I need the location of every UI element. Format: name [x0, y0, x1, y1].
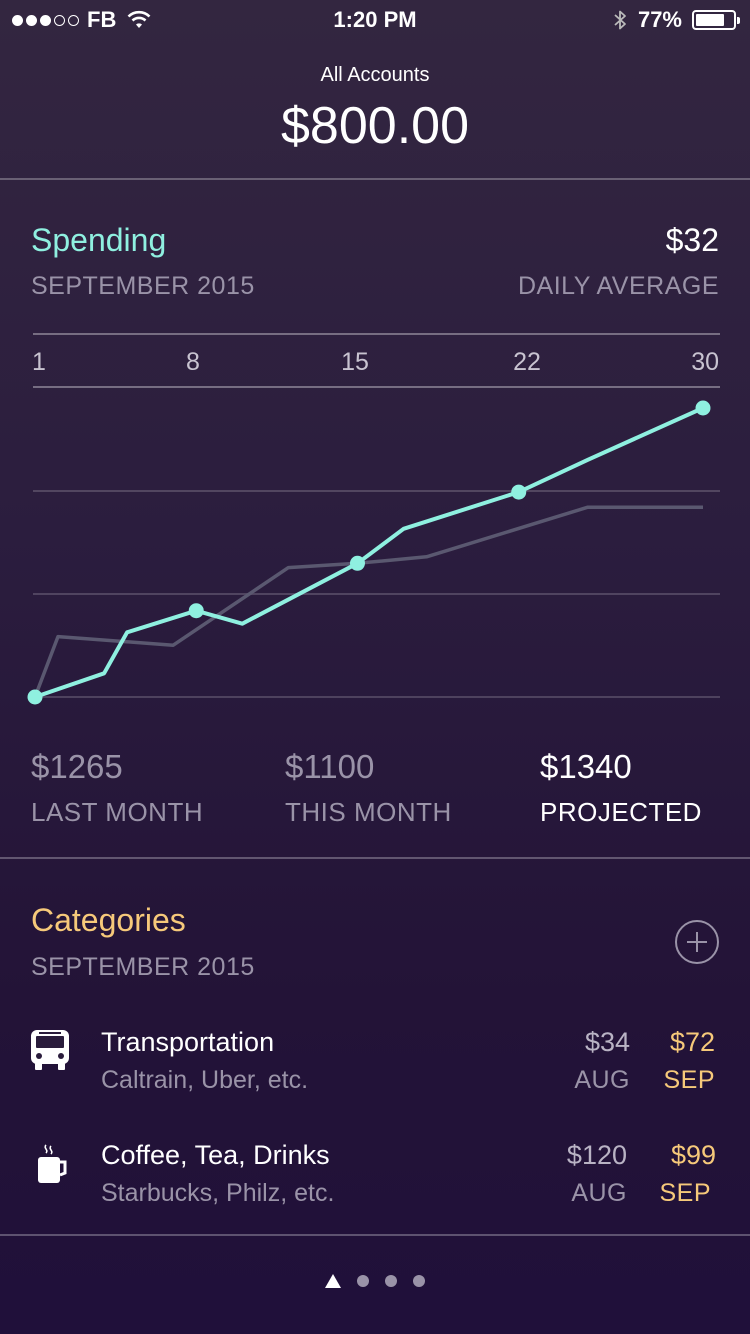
- chart-tick-label: 8: [186, 348, 200, 376]
- category-subtitle: Starbucks, Philz, etc.: [101, 1179, 335, 1207]
- divider: [0, 857, 750, 859]
- categories-month: SEPTEMBER 2015: [31, 953, 255, 981]
- last-month-label: LAST MONTH: [31, 797, 204, 827]
- prev-month-amount: $120: [566, 1140, 627, 1170]
- battery-percent: 77%: [637, 7, 682, 32]
- chart-tick-label: 22: [513, 348, 541, 376]
- battery-icon: [692, 10, 740, 30]
- divider: [0, 1234, 750, 1236]
- bus-icon: [31, 1030, 69, 1070]
- this-month-label: THIS MONTH: [285, 797, 452, 827]
- add-category-button[interactable]: [675, 920, 719, 964]
- chart-point: [27, 689, 43, 705]
- chart-point: [188, 603, 204, 619]
- projected-label: PROJECTED: [540, 797, 702, 827]
- prev-month-label: AUG: [574, 1066, 630, 1094]
- accounts-total: $800.00: [281, 97, 469, 155]
- chart-series-line-this-month: [34, 406, 704, 699]
- chart-point: [349, 555, 365, 571]
- divider: [0, 178, 750, 180]
- page-indicator-current-icon[interactable]: [325, 1274, 341, 1288]
- category-name: Coffee, Tea, Drinks: [101, 1140, 330, 1170]
- category-name: Transportation: [101, 1027, 275, 1057]
- spending-chart[interactable]: 1 8 15 22 30: [0, 320, 750, 720]
- prev-month-amount: $34: [584, 1027, 630, 1057]
- daily-average-value: $32: [665, 222, 719, 258]
- cur-month-label: SEP: [659, 1179, 711, 1207]
- categories-title: Categories: [31, 902, 186, 938]
- category-subtitle: Caltrain, Uber, etc.: [101, 1066, 309, 1094]
- coffee-cup-icon: [38, 1144, 67, 1183]
- prev-month-label: AUG: [571, 1179, 627, 1207]
- page-dot[interactable]: [357, 1275, 369, 1287]
- cur-month-amount: $72: [669, 1027, 715, 1057]
- bluetooth-icon: [614, 10, 626, 30]
- chart-tick-label: 15: [341, 348, 369, 376]
- chart-point: [511, 484, 527, 500]
- projected-value: $1340: [540, 748, 632, 785]
- chart-tick-label: 1: [32, 348, 46, 376]
- chart-tick-label: 30: [691, 348, 719, 376]
- spending-title: Spending: [31, 222, 167, 258]
- page-indicator[interactable]: [0, 1274, 750, 1288]
- category-row-transportation[interactable]: Transportation Caltrain, Uber, etc. $34 …: [0, 1020, 750, 1110]
- chart-point: [695, 400, 711, 416]
- cur-month-amount: $99: [670, 1140, 716, 1170]
- spending-month: SEPTEMBER 2015: [31, 272, 255, 300]
- page-dot[interactable]: [385, 1275, 397, 1287]
- chart-series-line-last-month: [33, 505, 703, 698]
- accounts-label[interactable]: All Accounts: [0, 64, 750, 87]
- daily-average-label: DAILY AVERAGE: [517, 272, 719, 300]
- cur-month-label: SEP: [663, 1066, 715, 1094]
- category-row-coffee[interactable]: Coffee, Tea, Drinks Starbucks, Philz, et…: [0, 1133, 750, 1223]
- status-bar: FB 1:20 PM 77%: [0, 0, 750, 40]
- this-month-value: $1100: [285, 748, 375, 785]
- last-month-value: $1265: [31, 748, 123, 785]
- page-dot[interactable]: [413, 1275, 425, 1287]
